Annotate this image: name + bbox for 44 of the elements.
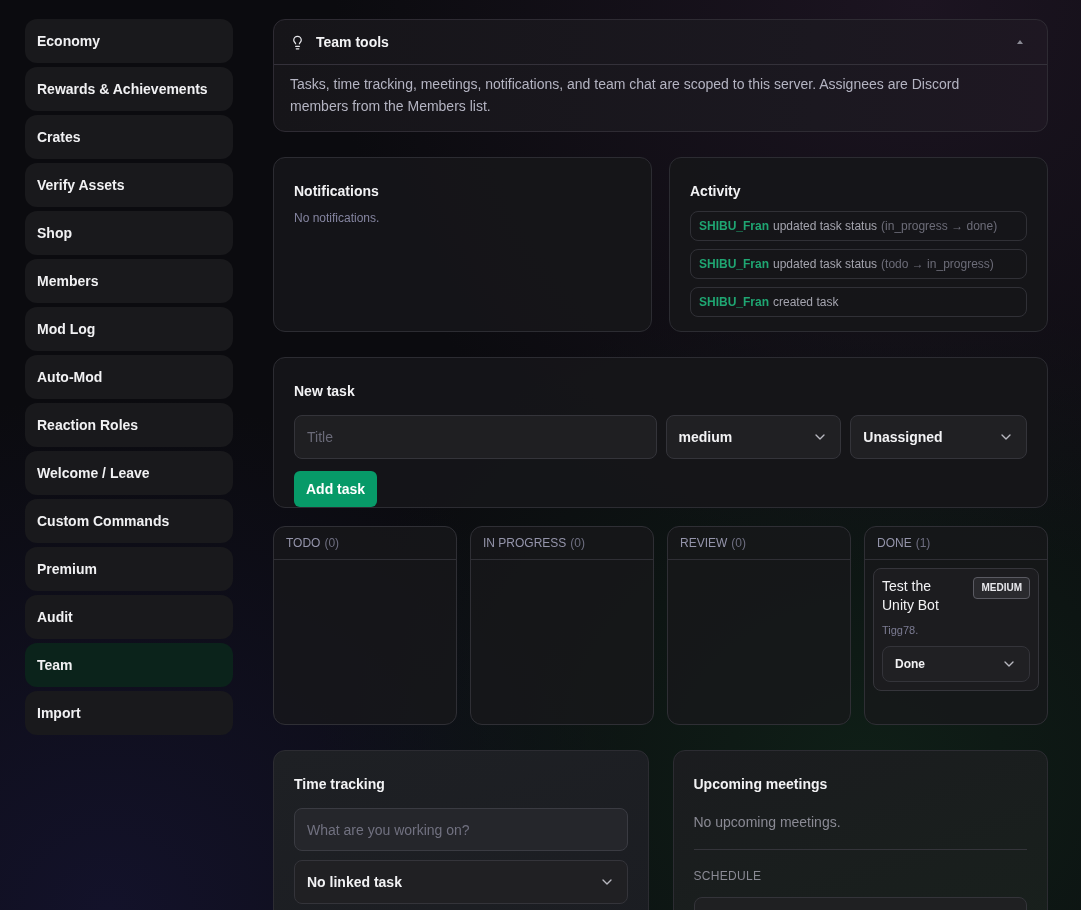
sidebar-item[interactable]: Verify Assets — [25, 163, 233, 207]
panel-title: Team tools — [316, 32, 389, 52]
sidebar-item[interactable]: Import — [25, 691, 233, 735]
empty-message: No notifications. — [294, 210, 381, 227]
caret-icon[interactable] — [1017, 40, 1023, 44]
activity-entry: SHIBU_Fran updated task status (todo → in_progress) — [690, 249, 1027, 279]
sidebar-item[interactable]: Economy — [25, 19, 233, 63]
task-assignee: Tigg78. — [882, 623, 920, 638]
sidebar-item[interactable]: Rewards & Achievements — [25, 67, 233, 111]
card-title: Time tracking — [294, 775, 386, 794]
card-title: Upcoming meetings — [693, 775, 829, 794]
status-select[interactable]: Done — [882, 645, 1030, 682]
sidebar-item[interactable]: Audit — [25, 595, 233, 639]
priority-badge: MEDIUM — [973, 577, 1030, 599]
task-description-input[interactable]: What are you working on? — [294, 808, 628, 851]
sidebar-item[interactable]: Crates — [25, 115, 233, 159]
sidebar-item[interactable]: Reaction Roles — [25, 403, 233, 447]
title-input[interactable]: Title — [294, 415, 657, 459]
linked-task-select[interactable]: No linked task — [294, 860, 628, 904]
sidebar-item[interactable]: Welcome / Leave — [25, 451, 233, 495]
panel-description: Tasks, time tracking, meetings, notifications, and team chat are scoped to this server. Assignees are Discord members from the Members list. — [289, 75, 961, 116]
sidebar-item[interactable]: Team — [25, 643, 233, 687]
lightbulb-icon — [290, 34, 305, 50]
sidebar-item[interactable]: Mod Log — [25, 307, 233, 351]
sidebar-item[interactable]: Shop — [25, 211, 233, 255]
sidebar-item[interactable]: Premium — [25, 547, 233, 591]
card-title: Activity — [690, 182, 742, 201]
empty-message: No upcoming meetings. — [693, 813, 842, 832]
column-header: REVIEW (0) — [668, 527, 850, 560]
sidebar-item[interactable]: Members — [25, 259, 233, 303]
card-title: Notifications — [294, 182, 380, 201]
assignee-select[interactable]: Unassigned — [850, 415, 1027, 459]
sidebar-item[interactable]: Custom Commands — [25, 499, 233, 543]
activity-entry: SHIBU_Fran created task — [690, 287, 1027, 317]
sidebar-item[interactable]: Auto-Mod — [25, 355, 233, 399]
activity-entry: SHIBU_Fran updated task status (in_progress → done) — [690, 211, 1027, 241]
column-header: DONE (1) — [865, 527, 1047, 560]
card-title: New task — [294, 382, 356, 401]
column-header: IN PROGRESS (0) — [471, 527, 653, 560]
add-task-button[interactable]: Add task — [294, 471, 378, 507]
column-header: TODO (0) — [274, 527, 456, 560]
task-title: Test the Unity Bot — [882, 577, 940, 615]
section-heading: SCHEDULE — [693, 868, 763, 885]
priority-select[interactable]: medium — [665, 415, 842, 459]
